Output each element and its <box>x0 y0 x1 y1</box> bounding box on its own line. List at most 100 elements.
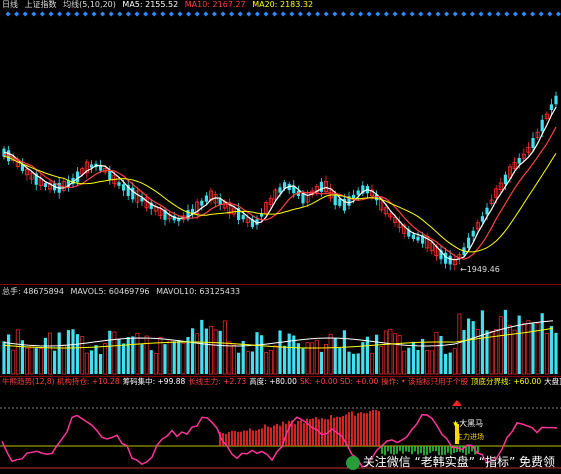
volume-bar-down <box>416 349 420 374</box>
volume-bars <box>2 309 558 375</box>
signal-diamond <box>14 11 20 17</box>
mavol10-value: MAVOL10: 63125433 <box>156 287 241 296</box>
kline-chart[interactable] <box>0 0 561 474</box>
volume-bar-up <box>80 336 85 375</box>
signal-diamond <box>461 11 467 17</box>
signal-diamond <box>306 11 312 17</box>
signal-diamond <box>444 11 450 17</box>
volume-bar-up <box>245 351 250 375</box>
volume-bar-up <box>153 353 158 375</box>
volume-bar-up <box>195 333 200 375</box>
candle-down <box>131 187 135 200</box>
signal-diamond <box>547 11 553 17</box>
indicator-value-0: 牛熊趋势(12,8) 机构持仓: +10.28 <box>2 377 120 386</box>
signal-diamond <box>39 11 45 17</box>
volume-bar-up <box>310 342 315 375</box>
volume-bar-down <box>237 352 241 374</box>
signal-diamond <box>254 11 260 17</box>
volume-bar-down <box>99 353 103 374</box>
signal-diamond <box>289 11 295 17</box>
signal-diamond <box>48 11 54 17</box>
signal-diamond <box>134 11 140 17</box>
candle-down <box>204 195 208 202</box>
signal-diamond <box>478 11 484 17</box>
signal-diamond <box>229 11 235 17</box>
signal-diamond <box>366 11 372 17</box>
volume-bar-up <box>264 352 269 375</box>
signal-diamond <box>143 11 149 17</box>
volume-bar-up <box>25 347 29 375</box>
volume-bar-down <box>347 351 351 374</box>
volume-bar-down <box>117 338 121 374</box>
volume-bar-up <box>273 345 278 375</box>
indicator-header: 牛熊趋势(12,8) 机构持仓: +10.28 筹码集中: +99.88 长线主力:… <box>2 377 561 387</box>
signal-diamond <box>82 11 88 17</box>
volume-bar-down <box>126 337 130 374</box>
volume-bar-down <box>448 352 452 374</box>
signal-diamond <box>125 11 131 17</box>
volume-bar-down <box>375 334 379 374</box>
volume-bar-up <box>314 339 319 375</box>
volume-bar-up <box>48 332 52 375</box>
volume-bar-down <box>250 351 254 374</box>
volume-bar-down <box>71 329 75 374</box>
signal-diamond <box>332 11 338 17</box>
signal-diamond <box>220 11 226 17</box>
signal-diamond <box>495 11 501 17</box>
volume-bar-down <box>356 353 360 374</box>
signal-diamond <box>5 11 11 17</box>
volume-bar-up <box>489 330 494 375</box>
volume-bar-down <box>177 340 181 374</box>
candle-down <box>338 198 342 206</box>
candle-down <box>352 194 356 198</box>
indicator-value-3: 高度: +80.00 <box>249 377 297 386</box>
volume-bar-up <box>11 349 16 375</box>
volume-bar-down <box>407 347 411 374</box>
signal-label: ★大黑马 <box>452 419 484 428</box>
signal-diamond <box>323 11 329 17</box>
volume-bar-up <box>388 329 393 375</box>
volume-bar-up <box>135 332 140 375</box>
candle-down <box>503 174 507 185</box>
volume-bar-down <box>480 310 484 374</box>
signal-diamond <box>297 11 303 17</box>
candle-down <box>278 187 282 193</box>
signal-diamond <box>487 11 493 17</box>
volume-bar-down <box>108 330 112 374</box>
signal-diamond <box>383 11 389 17</box>
volume-bar-up <box>328 333 333 375</box>
volume-bar-down <box>53 350 57 374</box>
volume-bar-down <box>76 334 80 374</box>
volume-bar-up <box>61 344 66 375</box>
candle-down <box>411 234 415 239</box>
signal-diamond <box>91 11 97 17</box>
volume-bar-down <box>140 344 144 374</box>
volume-bar-down <box>7 334 11 374</box>
low-arrow-icon: ← <box>460 265 467 274</box>
signal-diamond <box>340 11 346 17</box>
volume-bar-up <box>393 333 397 375</box>
volume-bar-down <box>94 345 98 374</box>
signal-diamond <box>555 11 561 17</box>
candle-down <box>517 157 521 164</box>
volume-bar-down <box>467 318 471 374</box>
volume-bar-down <box>283 345 287 374</box>
volume-bar-down <box>342 330 346 374</box>
signal-diamond <box>375 11 381 17</box>
candle-down <box>117 182 121 186</box>
signal-diamond <box>538 11 544 17</box>
signal-diamond <box>263 11 269 17</box>
volume-bar-down <box>365 336 369 374</box>
volume-bar-up <box>15 329 20 375</box>
signal-diamond <box>108 11 114 17</box>
volume-bar-up <box>29 344 34 375</box>
volume-bar-down <box>149 350 153 374</box>
volume-bar-up <box>370 353 374 375</box>
signal-diamond <box>177 11 183 17</box>
volume-bar-up <box>213 329 218 375</box>
volume-bar-down <box>411 341 415 374</box>
volume-bar-down <box>338 348 342 374</box>
volume-bar-down <box>131 336 135 374</box>
volume-bar-down <box>471 321 475 374</box>
candle-down <box>554 95 558 105</box>
